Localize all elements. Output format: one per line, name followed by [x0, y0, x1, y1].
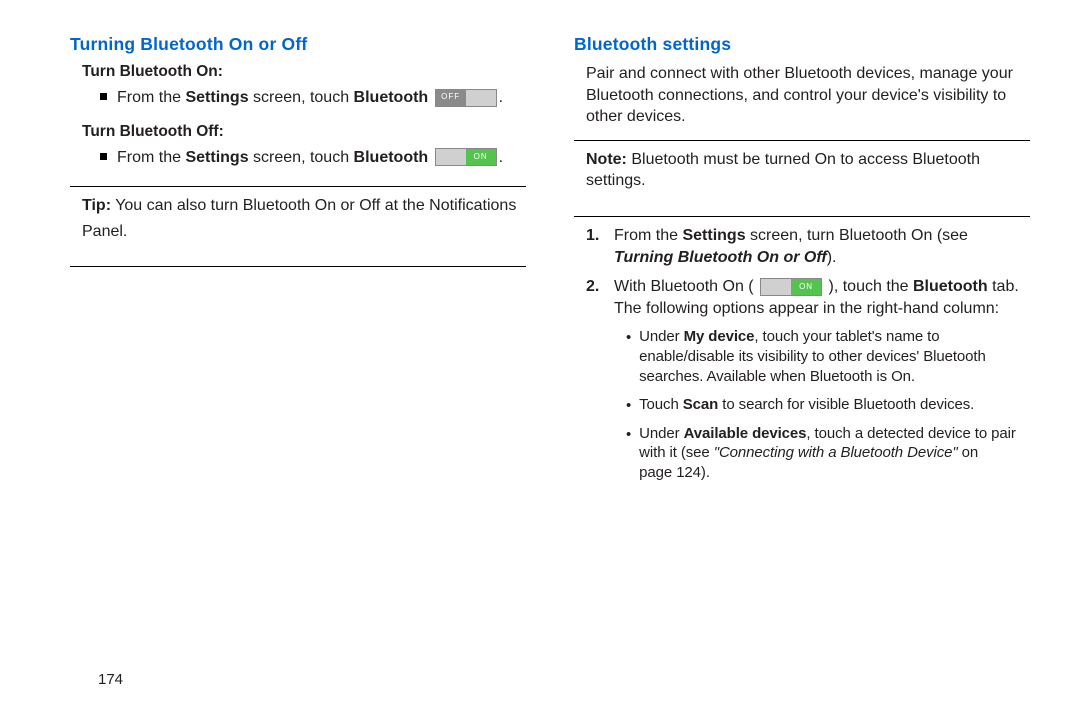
subhead-turn-off: Turn Bluetooth Off: [82, 123, 526, 141]
dot-bullet-icon: • [626, 396, 631, 416]
text-fragment: . [499, 149, 503, 166]
toggle-track [761, 279, 791, 295]
toggle-off-icon: OFF [435, 89, 497, 107]
scan-label: Scan [683, 396, 718, 413]
text-fragment: ), touch the [824, 278, 913, 295]
toggle-on-label: ON [466, 149, 496, 165]
sub-bullets: • Under My device, touch your tablet's n… [626, 327, 1030, 483]
text-fragment: ). [827, 249, 837, 266]
tip-text-line2: Panel. [82, 221, 526, 243]
step-number: 2. [586, 276, 604, 319]
sub-bullet-3: • Under Available devices, touch a detec… [626, 424, 1030, 483]
divider [574, 140, 1030, 141]
toggle-track [436, 149, 466, 165]
divider [70, 266, 526, 267]
text-fragment: From the [117, 89, 185, 106]
text-fragment: Under [639, 425, 683, 442]
bluetooth-label: Bluetooth [354, 89, 429, 106]
step-1-text: From the Settings screen, turn Bluetooth… [614, 225, 1030, 268]
text-fragment: From the [614, 227, 682, 244]
text-fragment: on [958, 444, 979, 461]
bullet-turn-on: From the Settings screen, touch Bluetoot… [100, 87, 526, 109]
note-text: Note: Bluetooth must be turned On to acc… [586, 149, 1030, 192]
settings-label: Settings [682, 227, 745, 244]
sub-bullet-2: • Touch Scan to search for visible Bluet… [626, 395, 1030, 416]
dot-bullet-icon: • [626, 328, 631, 386]
my-device-label: My device [684, 328, 755, 345]
toggle-track [466, 90, 496, 106]
text-fragment: Touch [639, 396, 683, 413]
section-heading-turning-bt: Turning Bluetooth On or Off [70, 34, 526, 55]
bullet-turn-on-text: From the Settings screen, touch Bluetoot… [117, 87, 503, 109]
dot-bullet-icon: • [626, 425, 631, 483]
two-column-layout: Turning Bluetooth On or Off Turn Bluetoo… [70, 34, 1030, 491]
divider [70, 186, 526, 187]
settings-label: Settings [185, 149, 248, 166]
text-fragment: to search for visible Bluetooth devices. [718, 396, 974, 413]
intro-paragraph: Pair and connect with other Bluetooth de… [586, 63, 1030, 128]
subhead-turn-on: Turn Bluetooth On: [82, 63, 526, 81]
page-number: 174 [98, 671, 123, 688]
tip-text: Tip: You can also turn Bluetooth On or O… [82, 195, 526, 217]
text-fragment: You can also turn Bluetooth On or Off at… [111, 197, 516, 214]
toggle-on-icon: ON [435, 148, 497, 166]
left-column: Turning Bluetooth On or Off Turn Bluetoo… [70, 34, 526, 491]
text-fragment: screen, touch [249, 149, 354, 166]
sub-bullet-1: • Under My device, touch your tablet's n… [626, 327, 1030, 386]
toggle-off-label: OFF [436, 90, 466, 106]
toggle-on-label: ON [791, 279, 821, 295]
step-number: 1. [586, 225, 604, 268]
divider [574, 216, 1030, 217]
text-fragment: Under [639, 328, 683, 345]
ordered-steps: 1. From the Settings screen, turn Blueto… [586, 225, 1030, 319]
sub-bullet-1-text: Under My device, touch your tablet's nam… [639, 327, 1030, 386]
sub-bullet-3-text: Under Available devices, touch a detecte… [639, 424, 1030, 483]
text-fragment: screen, touch [249, 89, 354, 106]
tip-block: Tip: You can also turn Bluetooth On or O… [82, 195, 526, 256]
text-fragment: Bluetooth must be turned On to access Bl… [586, 151, 980, 190]
note-block: Note: Bluetooth must be turned On to acc… [586, 149, 1030, 206]
step-2: 2. With Bluetooth On ( ON ), touch the B… [586, 276, 1030, 319]
cross-reference: Turning Bluetooth On or Off [614, 249, 827, 266]
right-column: Bluetooth settings Pair and connect with… [574, 34, 1030, 491]
page-reference: page 124). [639, 464, 710, 481]
tip-label: Tip: [82, 197, 111, 214]
text-fragment: screen, turn Bluetooth On (see [746, 227, 968, 244]
manual-page: Turning Bluetooth On or Off Turn Bluetoo… [0, 0, 1080, 720]
text-fragment: From the [117, 149, 185, 166]
section-heading-bt-settings: Bluetooth settings [574, 34, 1030, 55]
square-bullet-icon [100, 153, 107, 160]
step-1: 1. From the Settings screen, turn Blueto… [586, 225, 1030, 268]
cross-reference: "Connecting with a Bluetooth Device" [714, 444, 958, 461]
note-label: Note: [586, 151, 627, 168]
settings-label: Settings [185, 89, 248, 106]
text-fragment: . [499, 89, 503, 106]
square-bullet-icon [100, 93, 107, 100]
toggle-on-icon: ON [760, 278, 822, 296]
step-2-text: With Bluetooth On ( ON ), touch the Blue… [614, 276, 1030, 319]
bullet-turn-off-text: From the Settings screen, touch Bluetoot… [117, 147, 503, 169]
bullet-turn-off: From the Settings screen, touch Bluetoot… [100, 147, 526, 169]
bluetooth-label: Bluetooth [913, 278, 988, 295]
text-fragment: With Bluetooth On ( [614, 278, 758, 295]
sub-bullet-2-text: Touch Scan to search for visible Bluetoo… [639, 395, 974, 416]
available-devices-label: Available devices [684, 425, 807, 442]
bluetooth-label: Bluetooth [354, 149, 429, 166]
